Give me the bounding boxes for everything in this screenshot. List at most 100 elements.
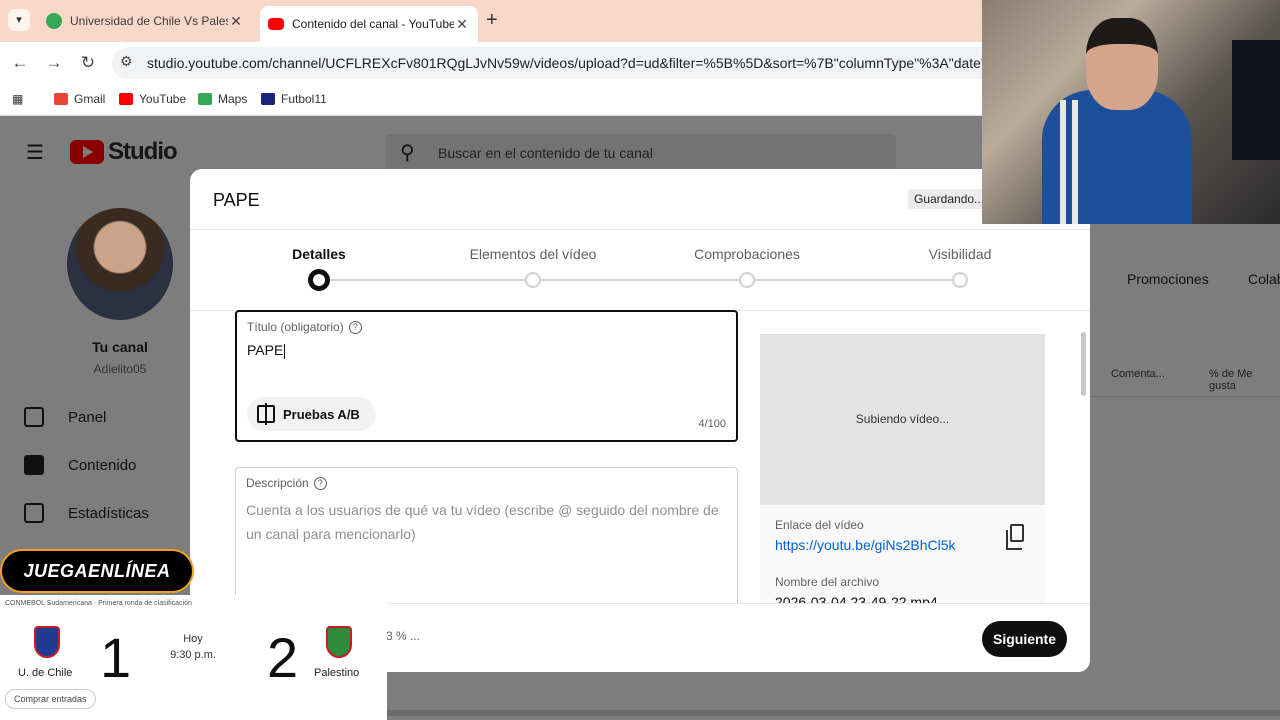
sidebar-item-label: Panel: [68, 408, 107, 426]
horizontal-scrollbar[interactable]: [386, 710, 1280, 716]
video-preview-card: Subiendo vídeo... Enlace del vídeo https…: [760, 334, 1045, 614]
channel-avatar[interactable]: [67, 208, 173, 320]
shirt-stripe: [1060, 100, 1066, 224]
sidebar-item-panel[interactable]: Panel: [24, 402, 106, 432]
step-dot-elementos[interactable]: [525, 272, 541, 288]
bookmark-maps[interactable]: Maps: [198, 92, 247, 106]
saving-badge: Guardando...: [908, 189, 991, 209]
channel-search-input[interactable]: ⚲ Buscar en el contenido de tu canal: [386, 134, 896, 172]
step-comprobaciones[interactable]: Comprobaciones: [667, 246, 827, 262]
dashboard-icon: [24, 407, 44, 427]
divider: [190, 229, 1090, 230]
next-button[interactable]: Siguiente: [982, 621, 1067, 657]
youtube-favicon-icon: [268, 18, 284, 30]
divider: [1090, 396, 1280, 397]
dialog-scrollbar[interactable]: [1081, 312, 1087, 602]
buy-tickets-button[interactable]: Comprar entradas: [5, 689, 96, 709]
reload-icon[interactable]: ↻: [77, 52, 99, 74]
match-time: 9:30 p.m.: [170, 649, 216, 661]
tab-colab[interactable]: Colab: [1248, 271, 1280, 287]
upload-progress-text: 3 % ...: [386, 629, 421, 643]
stepper-track: [319, 279, 960, 281]
promo-banner: JUEGAENLÍNEA: [0, 549, 194, 593]
url-text[interactable]: studio.youtube.com/channel/UCFLREXcFv801…: [147, 55, 1007, 71]
bookmark-label: Maps: [218, 92, 248, 106]
sidebar-item-contenido[interactable]: Contenido: [24, 450, 136, 480]
step-visibilidad[interactable]: Visibilidad: [880, 246, 1040, 262]
away-score: 2: [267, 626, 299, 689]
menu-icon[interactable]: ☰: [26, 140, 44, 165]
step-dot-visibilidad[interactable]: [952, 272, 968, 288]
analytics-icon: [24, 503, 44, 523]
u-de-chile-crest-icon: [34, 626, 60, 658]
bookmark-label: Futbol11: [281, 92, 327, 106]
studio-logo[interactable]: Studio: [70, 138, 178, 166]
forward-arrow-icon[interactable]: →: [43, 52, 65, 74]
description-input[interactable]: Cuenta a los usuarios de qué va tu vídeo…: [246, 498, 726, 546]
title-field-label: Título (obligatorio) ?: [247, 320, 362, 334]
streamer-head: [1086, 18, 1158, 110]
step-detalles[interactable]: Detalles: [239, 246, 399, 262]
ab-testing-button[interactable]: Pruebas A/B: [247, 397, 376, 431]
character-counter: 4/100: [698, 418, 726, 430]
step-elementos[interactable]: Elementos del vídeo: [453, 246, 613, 262]
url-field[interactable]: ⚙ studio.youtube.com/channel/UCFLREXcFv8…: [112, 47, 1012, 79]
home-score: 1: [100, 626, 132, 689]
new-tab-icon[interactable]: +: [486, 9, 498, 31]
shirt-stripe: [1072, 100, 1078, 224]
tab-promociones[interactable]: Promociones: [1127, 271, 1209, 287]
webcam-overlay: [982, 0, 1280, 224]
football-favicon-icon: [46, 13, 62, 29]
ab-test-icon: [257, 403, 275, 425]
help-icon[interactable]: ?: [313, 476, 327, 490]
column-header-comments[interactable]: Comenta...: [1111, 368, 1165, 380]
bookmark-label: Gmail: [74, 92, 106, 106]
title-input[interactable]: PAPE: [247, 342, 285, 359]
studio-logo-text: Studio: [108, 138, 178, 165]
browser-tab-match[interactable]: Universidad de Chile Vs Palestin ✕: [38, 6, 252, 36]
video-link[interactable]: https://youtu.be/giNs2BhCl5k: [775, 537, 956, 553]
youtube-logo-icon: [70, 140, 104, 164]
tab-title: Universidad de Chile Vs Palestin: [70, 14, 228, 28]
browser-tab-youtube-studio[interactable]: Contenido del canal - YouTube ✕: [260, 6, 478, 42]
bookmark-gmail[interactable]: Gmail: [54, 92, 105, 106]
apps-grid-icon[interactable]: ▦: [12, 92, 23, 106]
site-settings-icon[interactable]: ⚙: [120, 53, 133, 70]
competition-label: CONMEBOL Sudamericana · Primera ronda de…: [5, 600, 192, 607]
scoreboard-overlay: CONMEBOL Sudamericana · Primera ronda de…: [0, 595, 387, 720]
content-icon: [24, 455, 44, 475]
title-field[interactable]: Título (obligatorio) ? PAPE Pruebas A/B …: [235, 310, 738, 442]
promo-text: JUEGAENLÍNEA: [23, 561, 171, 581]
palestino-crest-icon: [326, 626, 352, 658]
home-team-name: U. de Chile: [18, 667, 73, 679]
search-placeholder: Buscar en el contenido de tu canal: [438, 145, 653, 161]
scrollbar-thumb[interactable]: [1081, 332, 1086, 396]
help-icon[interactable]: ?: [348, 320, 362, 334]
step-dot-detalles[interactable]: [308, 269, 330, 291]
sidebar-item-label: Contenido: [68, 456, 137, 474]
sidebar-item-estadisticas[interactable]: Estadísticas: [24, 498, 149, 528]
background-monitor: [1232, 40, 1280, 160]
video-preview-player: Subiendo vídeo...: [760, 334, 1045, 505]
bookmark-youtube[interactable]: YouTube: [119, 92, 186, 106]
upload-status: Subiendo vídeo...: [855, 412, 950, 426]
column-header-likes[interactable]: % de Me gusta: [1209, 368, 1280, 392]
search-icon: ⚲: [400, 142, 415, 164]
away-team-name: Palestino: [314, 667, 360, 679]
back-arrow-icon[interactable]: ←: [9, 52, 31, 74]
step-dot-comprobaciones[interactable]: [739, 272, 755, 288]
close-tab-icon[interactable]: ✕: [228, 13, 244, 30]
maps-icon: [198, 93, 212, 105]
gmail-icon: [54, 93, 68, 105]
sidebar-item-label: Estadísticas: [68, 504, 149, 522]
close-tab-icon[interactable]: ✕: [454, 16, 470, 33]
match-day: Hoy: [183, 633, 203, 645]
youtube-icon: [119, 93, 133, 105]
tab-search-chevron-icon[interactable]: ▾: [8, 9, 30, 31]
copy-icon[interactable]: [1006, 524, 1024, 550]
dialog-title: PAPE: [213, 190, 260, 210]
tab-title: Contenido del canal - YouTube: [292, 17, 454, 31]
button-label: Pruebas A/B: [283, 406, 360, 422]
bookmark-futbol11[interactable]: Futbol11: [261, 92, 327, 106]
description-field-label: Descripción ?: [246, 476, 327, 490]
